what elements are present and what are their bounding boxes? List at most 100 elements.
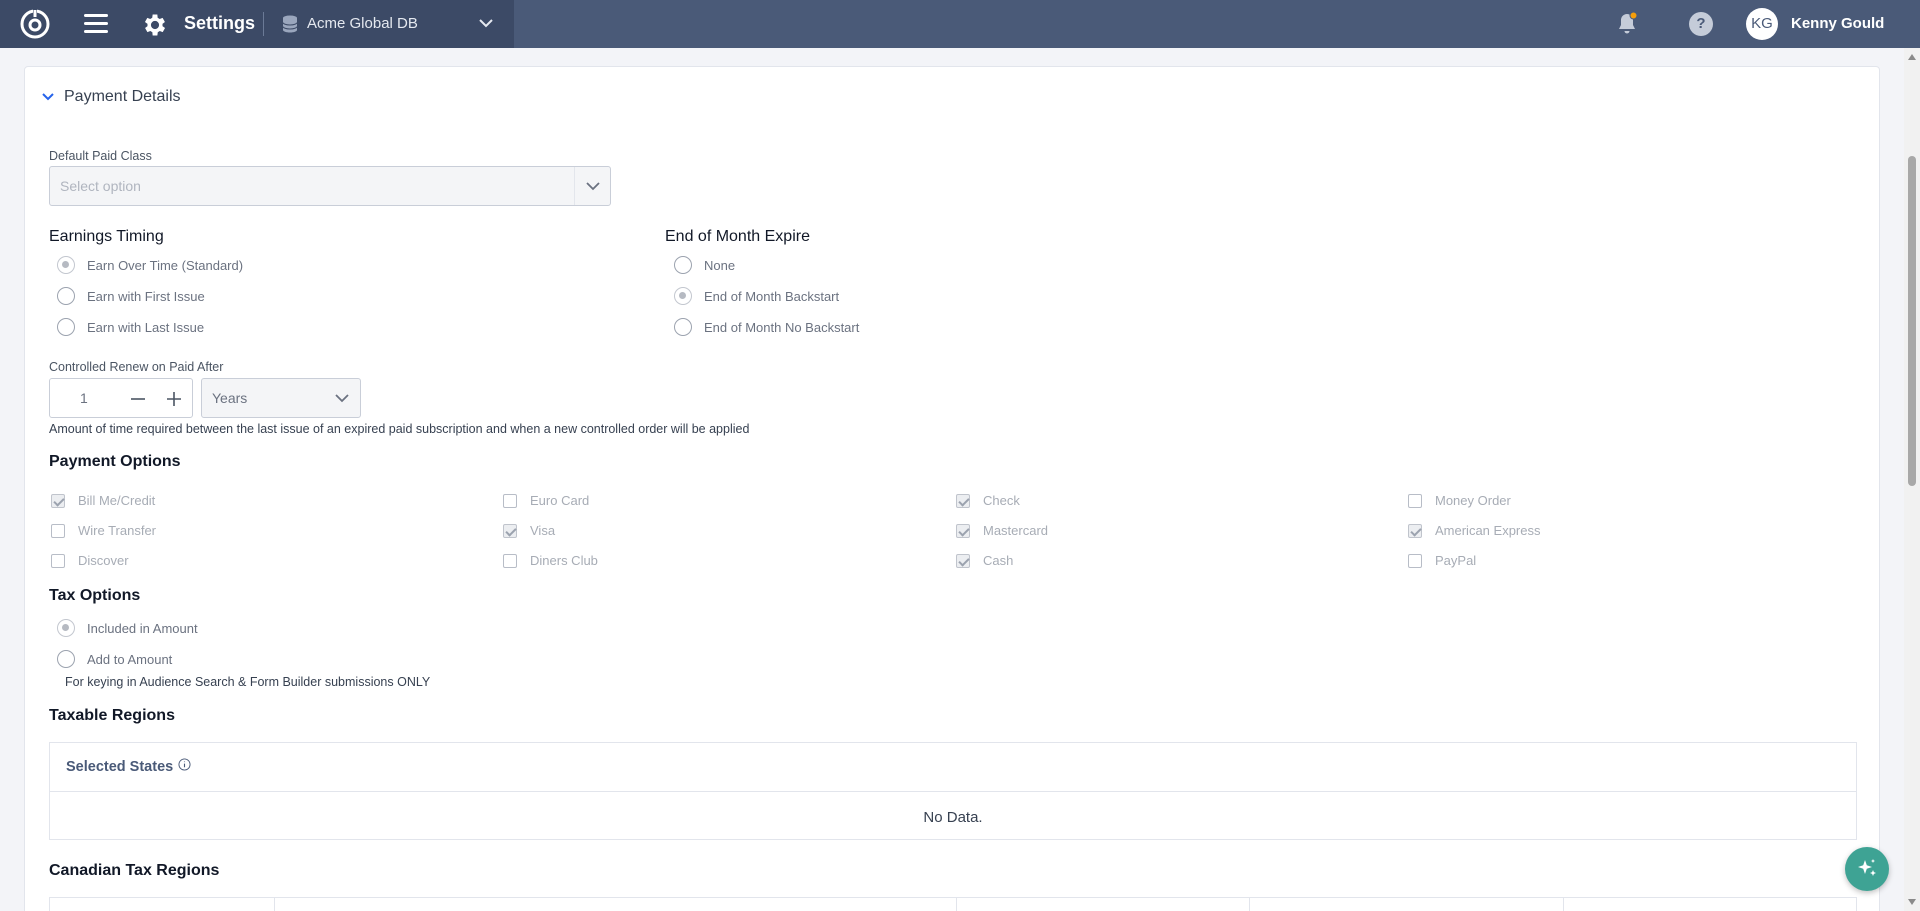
table-empty-message: No Data. [923,809,983,826]
payment-option-diners-club[interactable]: Diners Club [503,553,598,568]
divider [263,12,264,36]
radio-tax-add[interactable]: Add to Amount [57,650,172,668]
checkbox[interactable] [956,493,970,508]
radio-button[interactable] [57,619,75,637]
payment-option-mastercard[interactable]: Mastercard [956,523,1048,538]
checkbox-label: Diners Club [530,553,598,568]
radio-tax-included[interactable]: Included in Amount [57,619,198,637]
gear-icon [144,14,166,36]
radio-earn-first-issue[interactable]: Earn with First Issue [57,287,205,305]
radio-button[interactable] [57,256,75,274]
database-icon [282,15,298,33]
checkbox-label: Check [983,493,1020,508]
checkbox[interactable] [503,493,517,508]
checkbox[interactable] [503,523,517,538]
controlled-renew-help: Amount of time required between the last… [49,422,750,436]
select-chevron[interactable] [324,379,360,417]
user-name[interactable]: Kenny Gould [1791,15,1884,32]
payment-option-money-order[interactable]: Money Order [1408,493,1511,508]
app-logo-icon[interactable] [19,8,51,40]
info-icon[interactable] [178,758,191,771]
radio-label: None [704,257,736,273]
ai-assistant-button[interactable] [1845,847,1889,891]
scroll-up-arrow-icon[interactable] [1908,54,1916,60]
chevron-down-icon[interactable] [478,17,494,29]
radio-label: Add to Amount [87,651,173,667]
panel-title: Payment Details [64,88,181,105]
plus-icon[interactable] [164,389,184,409]
payment-option-visa[interactable]: Visa [503,523,555,538]
checkbox[interactable] [51,553,65,568]
radio-label: Earn with First Issue [87,288,205,304]
minus-icon[interactable] [128,389,148,409]
end-of-month-expire-title: End of Month Expire [665,228,810,245]
chevron-down-icon [335,394,349,403]
page-scrollbar[interactable] [1904,48,1920,911]
checkbox[interactable] [1408,493,1422,508]
payment-option-paypal[interactable]: PayPal [1408,553,1476,568]
canadian-tax-regions-table [49,897,1857,911]
checkbox-label: Discover [78,553,129,568]
top-bar-left: Settings Acme Global DB [0,0,514,48]
radio-label: Earn Over Time (Standard) [87,257,244,273]
checkbox-label: Visa [530,523,556,538]
panel-header[interactable]: Payment Details [40,88,181,106]
controlled-renew-label: Controlled Renew on Paid After [49,360,224,374]
checkbox[interactable] [1408,553,1422,568]
radio-button[interactable] [674,287,692,305]
column-divider [1563,898,1564,911]
menu-icon[interactable] [84,14,108,34]
column-divider [274,898,275,911]
tax-options-note: For keying in Audience Search & Form Bui… [65,675,431,689]
radio-button[interactable] [57,287,75,305]
checkbox[interactable] [51,523,65,538]
radio-earn-last-issue[interactable]: Earn with Last Issue [57,318,204,336]
checkbox[interactable] [956,523,970,538]
payment-option-bill-me-credit[interactable]: Bill Me/Credit [51,493,155,508]
database-selector-label[interactable]: Acme Global DB [307,15,418,32]
default-paid-class-select[interactable]: Select option [49,166,611,206]
checkbox[interactable] [503,553,517,568]
checkbox-label: Bill Me/Credit [78,493,156,508]
payment-options-title: Payment Options [49,453,181,470]
notification-bell-icon[interactable] [1615,11,1639,37]
default-paid-class-label: Default Paid Class [49,149,152,163]
radio-eom-no-backstart[interactable]: End of Month No Backstart [674,318,859,336]
radio-eom-backstart[interactable]: End of Month Backstart [674,287,839,305]
checkbox-label: Wire Transfer [78,523,157,538]
checkbox-label: Euro Card [530,493,590,508]
payment-option-euro-card[interactable]: Euro Card [503,493,589,508]
radio-eom-none[interactable]: None [674,256,735,274]
radio-label: End of Month Backstart [704,288,840,304]
help-icon[interactable]: ? [1689,12,1713,36]
radio-button[interactable] [674,256,692,274]
radio-button[interactable] [57,318,75,336]
canadian-tax-regions-title: Canadian Tax Regions [49,862,220,879]
scrollbar-thumb[interactable] [1908,156,1916,486]
radio-label: Earn with Last Issue [87,319,205,335]
stepper-value[interactable]: 1 [80,390,88,406]
column-header-selected-states[interactable]: Selected States [66,759,173,775]
checkbox[interactable] [956,553,970,568]
top-bar: Settings Acme Global DB ? KG Kenny Gould [0,0,1920,48]
controlled-renew-stepper[interactable]: 1 [49,378,193,418]
table-header: Selected States [50,743,1856,792]
checkbox[interactable] [51,493,65,508]
taxable-regions-table: Selected States No Data. [49,742,1857,840]
payment-option-discover[interactable]: Discover [51,553,129,568]
scroll-down-arrow-icon[interactable] [1908,899,1916,905]
payment-option-american-express[interactable]: American Express [1408,523,1540,538]
radio-earn-over-time[interactable]: Earn Over Time (Standard) [57,256,243,274]
payment-option-cash[interactable]: Cash [956,553,1013,568]
checkbox-label: PayPal [1435,553,1477,568]
payment-option-check[interactable]: Check [956,493,1020,508]
renew-unit-select[interactable]: Years [201,378,361,418]
select-chevron[interactable] [574,167,610,205]
radio-button[interactable] [674,318,692,336]
checkbox[interactable] [1408,523,1422,538]
avatar[interactable]: KG [1746,8,1778,40]
payment-option-wire-transfer[interactable]: Wire Transfer [51,523,156,538]
chevron-down-icon[interactable] [40,89,56,105]
radio-button[interactable] [57,650,75,668]
select-placeholder: Select option [60,178,141,194]
